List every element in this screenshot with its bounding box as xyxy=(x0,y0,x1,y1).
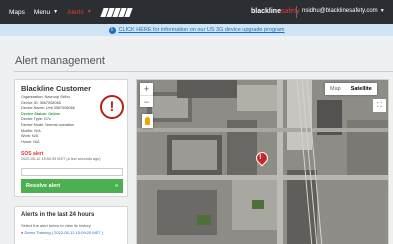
resolve-label: Resolve alert xyxy=(26,183,61,189)
maps-label: Maps xyxy=(9,8,25,16)
device-details: Organization: Navroop Sidhu Device ID: 3… xyxy=(21,95,75,145)
map-type-toggle: Map Satellite xyxy=(325,83,377,95)
divider xyxy=(14,71,393,72)
alert-bars-logo-icon xyxy=(100,7,133,17)
brand-name: blackline xyxy=(251,8,281,15)
resolve-alert-button[interactable]: Resolve alert » xyxy=(21,179,123,193)
nav-divider xyxy=(296,6,297,18)
upgrade-banner: i CLICK HERE for information on our US 3… xyxy=(0,24,393,36)
menu-label: Menu xyxy=(33,8,51,16)
map-type-map[interactable]: Map xyxy=(325,83,346,95)
customer-name: Blackline Customer xyxy=(21,84,92,93)
detail-device-name: Device Name: Unit 3567008066 xyxy=(21,106,75,111)
top-navigation-bar: Maps Menu ▼ Alerts ▼ blacklinesafety nsidh… xyxy=(0,0,393,24)
history-item-label: Demo Training ( 2022-05-12 15:09:20 MST … xyxy=(24,230,104,235)
user-email: nsidhu@blacklinesafety.com xyxy=(302,8,378,14)
street-view-pegman-icon[interactable] xyxy=(142,114,153,128)
history-hint: Select the alert below to view its histo… xyxy=(21,223,91,228)
chevron-down-icon: ▼ xyxy=(86,9,92,15)
info-icon: i xyxy=(108,26,116,34)
map-type-satellite[interactable]: Satellite xyxy=(346,83,377,95)
detail-organization: Organization: Navroop Sidhu xyxy=(21,95,70,99)
blackline-logo: blacklinesafety xyxy=(251,8,300,15)
chevron-down-icon: ▼ xyxy=(379,8,385,14)
alert-history-card: Alerts in the last 24 hours Select the a… xyxy=(14,206,128,244)
zoom-control: + − xyxy=(140,83,153,107)
history-list-item[interactable]: ● Demo Training ( 2022-05-12 15:09:20 MS… xyxy=(21,230,103,235)
main-menu[interactable]: Menu ▼ xyxy=(34,9,58,16)
page-title: Alert management xyxy=(15,55,105,67)
detail-device-mode: Device Mode: Normal operation xyxy=(21,122,75,127)
zoom-out-button[interactable]: − xyxy=(140,95,153,107)
alerts-label: Alerts xyxy=(67,8,84,16)
user-menu[interactable]: nsidhu@blacklinesafety.com ▼ xyxy=(302,8,385,14)
alerts-menu[interactable]: Alerts ▼ xyxy=(67,9,92,16)
fullscreen-icon[interactable]: ⛶ xyxy=(373,99,386,112)
alert-details-card: Blackline Customer Organization: Navroop… xyxy=(14,79,128,197)
chevron-down-icon: ▼ xyxy=(53,9,59,15)
resolution-dropdown[interactable] xyxy=(21,168,123,176)
history-title: Alerts in the last 24 hours xyxy=(21,212,95,218)
history-more: ... xyxy=(45,236,49,241)
detail-home: Home: N/A xyxy=(21,139,40,144)
double-chevron-right-icon: » xyxy=(114,183,118,189)
alert-time: 2022-05-12 15:50:39 MST (a few seconds a… xyxy=(21,157,101,161)
maps-menu[interactable]: Maps xyxy=(9,9,25,16)
zoom-in-button[interactable]: + xyxy=(140,83,153,95)
alert-exclamation-icon: ! xyxy=(100,95,124,119)
satellite-map[interactable]: + − Map Satellite ⛶ ! xyxy=(136,79,389,244)
upgrade-banner-link[interactable]: CLICK HERE for information on our US 3G … xyxy=(119,27,285,33)
